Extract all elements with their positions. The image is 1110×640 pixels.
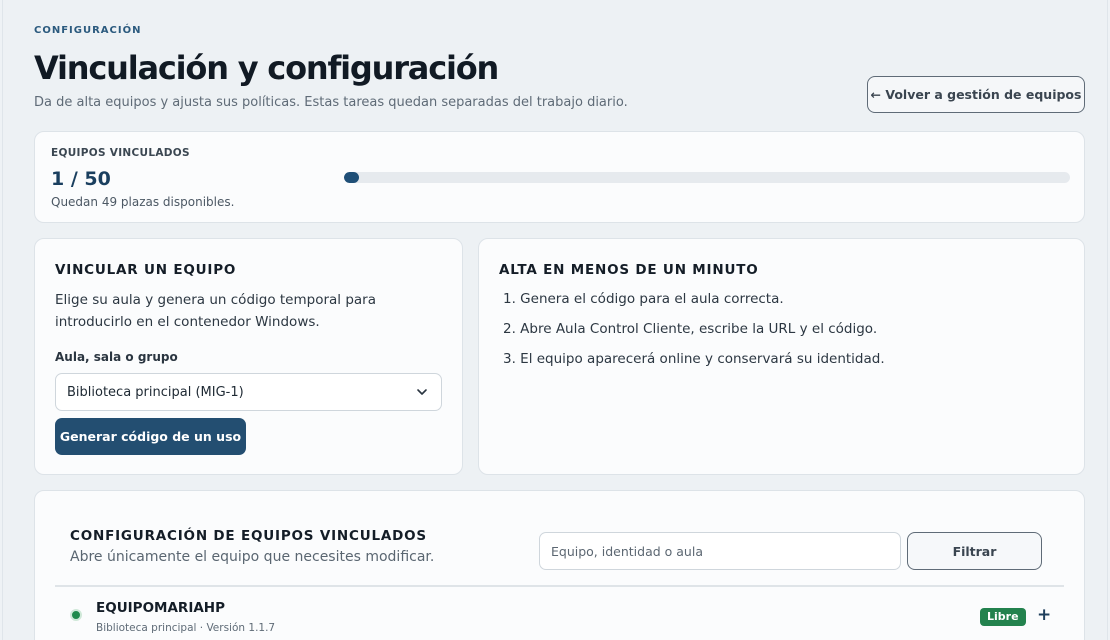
quick-setup-steps: 1. Genera el código para el aula correct…	[503, 288, 885, 378]
quick-setup-card: ALTA EN MENOS DE UN MINUTO 1. Genera el …	[478, 238, 1085, 475]
status-badge: Libre	[980, 608, 1026, 626]
linked-devices-stats-card: EQUIPOS VINCULADOS 1 / 50 Quedan 49 plaz…	[34, 131, 1085, 223]
chevron-down-icon	[417, 389, 427, 395]
page-title: Vinculación y configuración	[34, 49, 499, 87]
generate-code-button[interactable]: Generar código de un uso	[55, 418, 246, 455]
device-name: EQUIPOMARIAHP	[96, 600, 225, 616]
stats-note: Quedan 49 plazas disponibles.	[51, 195, 235, 209]
device-meta: Biblioteca principal · Versión 1.1.7	[96, 622, 276, 634]
plus-icon[interactable]: +	[1037, 605, 1051, 625]
page-frame: CONFIGURACIÓN Vinculación y configuració…	[2, 0, 1108, 640]
capacity-progress-fill	[344, 172, 359, 183]
config-heading: CONFIGURACIÓN DE EQUIPOS VINCULADOS	[70, 528, 427, 544]
device-row[interactable]: EQUIPOMARIAHP Biblioteca principal · Ver…	[55, 588, 1064, 640]
classroom-select-value: Biblioteca principal (MIG-1)	[67, 384, 244, 400]
device-search-input[interactable]	[539, 532, 901, 570]
link-device-card: VINCULAR UN EQUIPO Elige su aula y gener…	[34, 238, 463, 475]
status-dot-icon	[70, 609, 82, 621]
link-device-heading: VINCULAR UN EQUIPO	[55, 262, 237, 278]
filter-button[interactable]: Filtrar	[907, 532, 1042, 570]
link-device-description: Elige su aula y genera un código tempora…	[55, 292, 376, 330]
config-description: Abre únicamente el equipo que necesites …	[70, 549, 435, 565]
classroom-field-label: Aula, sala o grupo	[55, 350, 178, 364]
stats-value: 1 / 50	[51, 168, 111, 190]
device-config-card: CONFIGURACIÓN DE EQUIPOS VINCULADOS Abre…	[34, 490, 1085, 640]
capacity-progress-bar	[344, 172, 1070, 183]
stats-label: EQUIPOS VINCULADOS	[51, 147, 190, 159]
setup-step: 1. Genera el código para el aula correct…	[503, 291, 784, 307]
setup-step: 2. Abre Aula Control Cliente, escribe la…	[503, 321, 878, 337]
setup-step: 3. El equipo aparecerá online y conserva…	[503, 351, 885, 367]
classroom-select[interactable]: Biblioteca principal (MIG-1)	[55, 373, 442, 411]
back-to-devices-button[interactable]: ← Volver a gestión de equipos	[867, 76, 1085, 113]
quick-setup-heading: ALTA EN MENOS DE UN MINUTO	[499, 262, 759, 278]
page-subtitle: Da de alta equipos y ajusta sus política…	[34, 95, 628, 110]
divider	[55, 585, 1064, 587]
section-eyebrow: CONFIGURACIÓN	[34, 25, 142, 36]
